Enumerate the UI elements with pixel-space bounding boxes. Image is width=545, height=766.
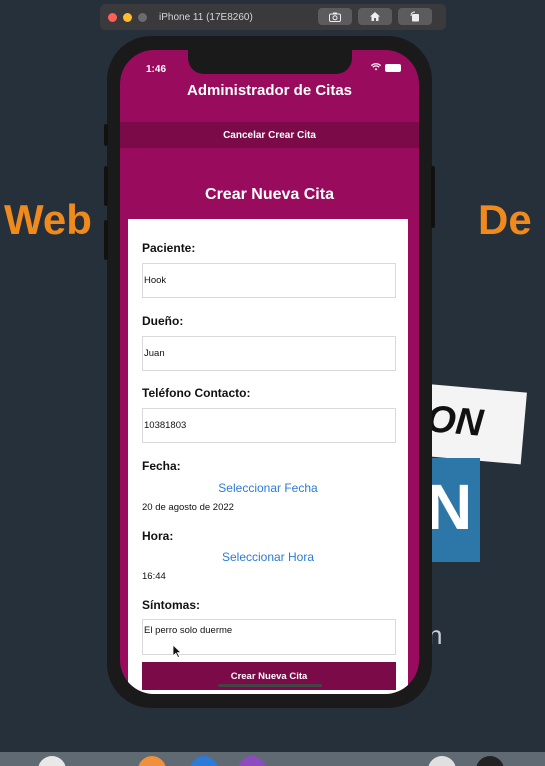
rotate-icon <box>410 11 419 22</box>
background-card-text: ON <box>424 398 485 445</box>
simulator-title-bar: iPhone 11 (17E8260) <box>100 4 446 30</box>
battery-icon <box>385 64 401 72</box>
select-time-button[interactable]: Seleccionar Hora <box>128 550 408 564</box>
simulator-title: iPhone 11 (17E8260) <box>159 11 253 23</box>
dueno-label: Dueño: <box>142 314 184 328</box>
background-card-white: ON <box>417 383 527 465</box>
iphone-frame: 1:46 Administrador de Citas Cancelar Cre… <box>104 36 435 708</box>
appointment-form: Paciente: Hook Dueño: Juan Teléfono Cont… <box>128 219 408 694</box>
home-button[interactable] <box>358 8 392 25</box>
dueno-input[interactable]: Juan <box>142 336 396 371</box>
section-title: Crear Nueva Cita <box>205 186 334 203</box>
phone-screen: 1:46 Administrador de Citas Cancelar Cre… <box>120 50 419 694</box>
volume-down-button <box>104 220 108 260</box>
close-window-button[interactable] <box>108 12 117 22</box>
notch <box>188 50 352 74</box>
home-indicator <box>218 684 322 687</box>
power-button <box>431 166 435 228</box>
hora-label: Hora: <box>142 529 174 543</box>
sintomas-label: Síntomas: <box>142 598 201 612</box>
paciente-label: Paciente: <box>142 241 196 255</box>
camera-icon <box>329 12 341 22</box>
fecha-value: 20 de agosto de 2022 <box>142 502 234 513</box>
cancel-create-appointment-button[interactable]: Cancelar Crear Cita <box>120 122 419 148</box>
paciente-input[interactable]: Hook <box>142 263 396 298</box>
wifi-icon <box>370 63 382 73</box>
macos-dock <box>0 752 545 766</box>
volume-up-button <box>104 166 108 206</box>
home-icon <box>370 12 380 21</box>
mouse-cursor-icon <box>172 644 183 661</box>
telefono-label: Teléfono Contacto: <box>142 386 251 400</box>
mute-switch <box>104 124 108 146</box>
zoom-window-button[interactable] <box>138 12 147 22</box>
background-card-letter: N <box>426 471 473 543</box>
hora-value: 16:44 <box>142 571 166 582</box>
rotate-button[interactable] <box>398 8 432 25</box>
screenshot-button[interactable] <box>318 8 352 25</box>
background-left-word: Web <box>4 196 92 243</box>
fecha-label: Fecha: <box>142 459 181 473</box>
status-time: 1:46 <box>146 64 167 75</box>
status-icons <box>370 63 401 73</box>
app-title: Administrador de Citas <box>186 82 353 99</box>
background-right-word: De <box>478 196 532 243</box>
minimize-window-button[interactable] <box>123 12 132 22</box>
telefono-input[interactable]: 10381803 <box>142 408 396 443</box>
select-date-button[interactable]: Seleccionar Fecha <box>128 481 408 495</box>
